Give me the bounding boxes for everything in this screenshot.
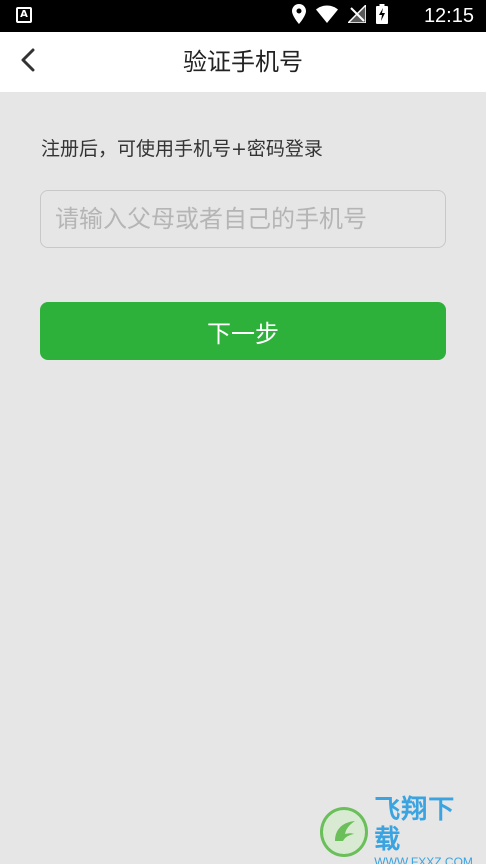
fxxz-logo-icon bbox=[320, 807, 369, 857]
no-signal-icon bbox=[346, 3, 367, 27]
status-bar: A 12:15 bbox=[0, 0, 486, 32]
location-icon bbox=[292, 4, 306, 28]
phone-number-input[interactable] bbox=[41, 191, 445, 247]
page-title: 验证手机号 bbox=[183, 48, 303, 76]
status-icons bbox=[292, 3, 388, 28]
app-bar: 验证手机号 bbox=[0, 32, 486, 92]
watermark-title: 飞翔下载 bbox=[374, 795, 456, 855]
phone-input-container bbox=[40, 190, 446, 248]
next-step-button[interactable]: 下一步 bbox=[40, 302, 446, 360]
battery-charging-icon bbox=[376, 4, 388, 28]
watermark-url: WWW.FXXZ.COM bbox=[374, 855, 473, 864]
notification-app-icon: A bbox=[16, 7, 32, 23]
status-time: 12:15 bbox=[423, 5, 474, 27]
watermark: 飞翔下载 WWW.FXXZ.COM bbox=[320, 795, 478, 864]
wifi-icon bbox=[316, 5, 338, 27]
back-button[interactable] bbox=[8, 42, 48, 82]
register-hint-text: 注册后，可使用手机号+密码登录 bbox=[41, 138, 323, 160]
chevron-left-icon bbox=[20, 48, 36, 76]
